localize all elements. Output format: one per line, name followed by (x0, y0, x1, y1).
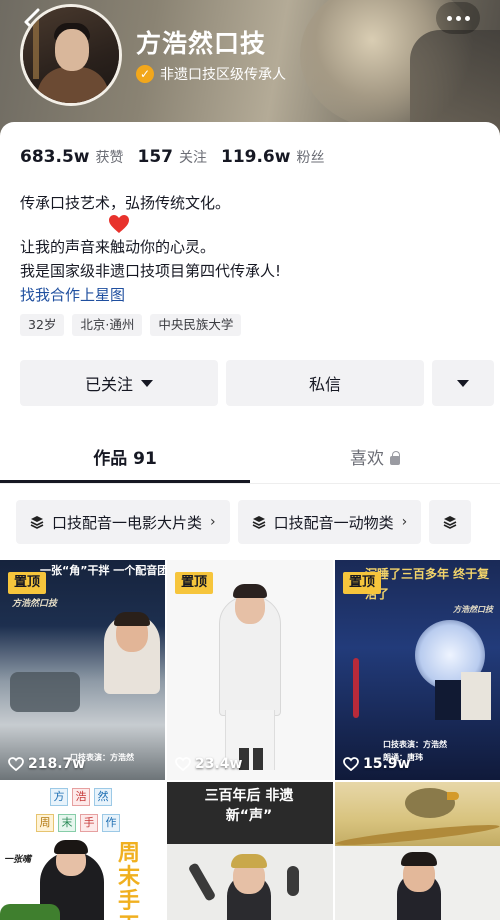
video-side-text: 周末手工 (118, 841, 141, 920)
profile-stats: 683.5w 获赞 157 关注 119.6w 粉丝 (20, 147, 324, 167)
check-badge-icon: ✓ (136, 65, 154, 83)
stat-following-label: 关注 (178, 150, 207, 166)
video-logo: 一张嘴 (4, 855, 32, 865)
video-likes: 23.4w (175, 756, 242, 772)
video-thumbnail[interactable]: 一张“角”干拌 一个配音团队 方浩然口技 口技表演：方浩然 置顶 218.7w (0, 560, 165, 780)
video-title-char: 周 (36, 814, 54, 832)
stack-icon (30, 516, 44, 529)
badge-text: 非遗口技区级传承人 (160, 67, 286, 83)
video-overlay-title: 一张“角”干拌 一个配音团队 (40, 564, 165, 577)
stat-likes-label: 获赞 (95, 150, 124, 166)
stat-likes-value: 683.5w (20, 147, 90, 167)
collection-chip[interactable]: 口技配音一动物类 › (237, 500, 422, 544)
tag-age: 32岁 (20, 314, 65, 336)
stat-following-value: 157 (137, 147, 173, 167)
stat-following[interactable]: 157 关注 (137, 147, 207, 167)
stack-icon (443, 516, 457, 529)
caret-down-icon (141, 379, 153, 387)
heart-outline-icon (175, 757, 191, 771)
heart-outline-icon (8, 757, 24, 771)
pinned-badge: 置顶 (8, 572, 47, 594)
collections-row: 口技配音一电影大片类 › 口技配音一动物类 › (16, 500, 472, 544)
video-thumbnail[interactable]: 三百年后 非遗新“声” (167, 782, 333, 920)
stat-followers[interactable]: 119.6w 粉丝 (221, 147, 324, 167)
pinned-badge: 置顶 (175, 572, 214, 594)
bio-line: 我是国家级非遗口技项目第四代传承人! (20, 262, 282, 280)
video-title-char: 手 (80, 814, 98, 832)
verified-badge[interactable]: ✓ 非遗口技区级传承人 (136, 64, 286, 84)
profile-actions: 已关注 私信 (20, 360, 494, 406)
chevron-right-icon: › (210, 514, 216, 530)
video-title-char: 作 (102, 814, 120, 832)
active-tab-indicator (0, 480, 250, 483)
profile-username: 方浩然口技 (136, 29, 267, 58)
followed-label: 已关注 (84, 375, 133, 394)
video-thumbnail[interactable] (335, 782, 500, 920)
video-thumbnail[interactable]: 置顶 23.4w (167, 560, 333, 780)
pinned-badge: 置顶 (343, 572, 382, 594)
video-likes-count: 218.7w (28, 756, 86, 772)
heart-outline-icon (343, 757, 359, 771)
more-options-button[interactable] (432, 360, 494, 406)
collection-label: 口技配音一电影大片类 (52, 513, 203, 532)
caret-down-icon (457, 379, 469, 387)
video-thumbnail[interactable]: 沉睡了三百多年 终于复活了 方浩然口技 口技表演：方浩然 朗诵：唐玮 置顶 15… (335, 560, 500, 780)
stat-followers-value: 119.6w (220, 147, 291, 167)
stat-followers-label: 粉丝 (296, 150, 325, 166)
video-likes: 218.7w (8, 756, 85, 772)
video-likes-count: 15.9w (363, 756, 411, 772)
message-label: 私信 (308, 375, 341, 394)
tab-works[interactable]: 作品 91 (0, 438, 250, 484)
stat-likes[interactable]: 683.5w 获赞 (20, 147, 123, 167)
bio-link[interactable]: 找我合作上星图 (20, 284, 125, 306)
video-title-blocks: 周 末 手 作 (36, 814, 120, 832)
tab-likes[interactable]: 喜欢 (250, 438, 500, 484)
video-title-char: 然 (94, 788, 112, 806)
collection-chip[interactable] (429, 500, 472, 544)
tag-location[interactable]: 北京·通州 (72, 314, 143, 336)
chevron-right-icon: › (401, 514, 408, 530)
tab-likes-label: 喜欢 (350, 449, 384, 469)
tag-school[interactable]: 中央民族大学 (150, 314, 242, 336)
video-logo: 方浩然口技 (12, 599, 58, 609)
followed-button[interactable]: 已关注 (20, 360, 218, 406)
lock-icon (390, 451, 400, 465)
video-likes: 15.9w (343, 756, 410, 772)
video-logo: 方浩然口技 (453, 605, 493, 614)
collection-chip[interactable]: 口技配音一电影大片类 › (16, 500, 230, 544)
video-likes-count: 23.4w (195, 756, 243, 772)
video-title-char: 方 (50, 788, 68, 806)
video-title-char: 末 (58, 814, 76, 832)
content-tabs: 作品 91 喜欢 (0, 438, 500, 484)
message-button[interactable]: 私信 (226, 360, 424, 406)
heart-emoji-icon (109, 215, 129, 233)
video-title-char: 浩 (72, 788, 90, 806)
tab-works-label: 作品 91 (93, 449, 157, 469)
video-title-blocks: 方 浩 然 (50, 788, 112, 806)
video-overlay-title: 沉睡了三百多年 终于复活了 (365, 567, 490, 601)
stack-icon (252, 516, 265, 529)
avatar[interactable] (20, 4, 122, 106)
profile-tags: 32岁 北京·通州 中央民族大学 (20, 314, 242, 336)
more-dots-icon[interactable] (436, 2, 480, 34)
bio-line: 让我的声音来触动你的心灵。 (20, 238, 216, 256)
bio-line: 传承口技艺术，弘扬传统文化。 (20, 194, 231, 212)
video-thumbnail[interactable]: 方 浩 然 周 末 手 作 一张嘴 周末手工 (0, 782, 165, 920)
video-overlay-title: 三百年后 非遗新“声” (204, 788, 294, 824)
collection-label: 口技配音一动物类 (273, 513, 394, 532)
